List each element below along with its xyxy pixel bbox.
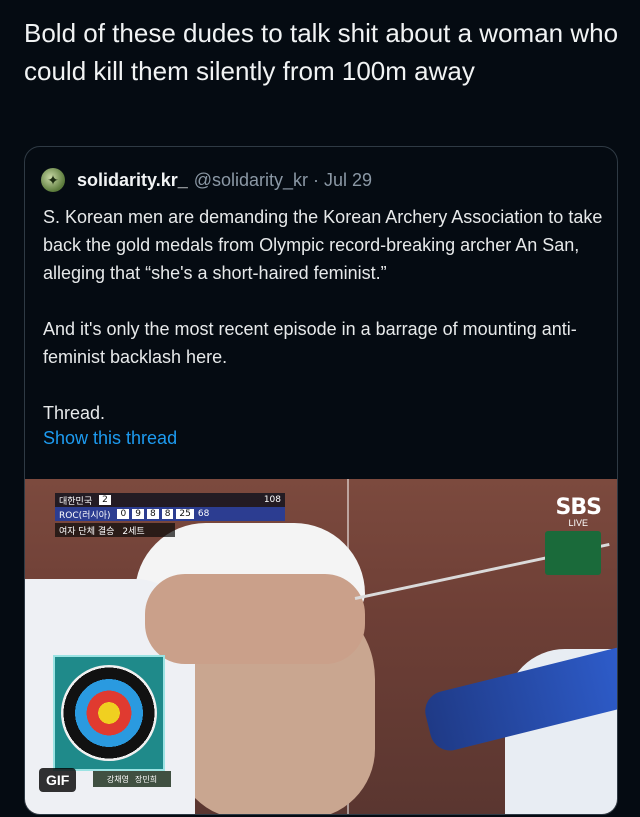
archer-hand [145,574,365,664]
broadcaster-logo: SBS LIVE [555,495,602,528]
team1-total: 108 [263,495,281,505]
target-overlay [53,655,165,771]
team2-end-5: 25 [176,509,194,519]
broadcaster-name: SBS [555,495,602,520]
avatar[interactable]: ✦ [41,168,65,192]
team2-name: ROC(러시아) [59,510,111,521]
quoted-paragraph-3: Thread. [43,403,106,423]
scoreboard-row-team1: 대한민국 2 108 [55,493,285,507]
team2-end-1: 0 [117,509,130,519]
quoted-tweet-body: S. Korean men are demanding the Korean A… [43,203,603,455]
quoted-tweet[interactable]: ✦ solidarity.kr_ @solidarity_kr · Jul 29… [24,146,618,815]
separator-dot: · [313,169,320,190]
team1-score: 2 [99,495,111,505]
show-thread-link[interactable]: Show this thread [43,428,177,449]
team2-end-4: 8 [161,509,174,519]
scoreboard: 대한민국 2 108 ROC(러시아) 0 9 8 8 25 68 여자 단체 … [55,493,285,537]
archer-name-1: 강채영 [106,774,129,784]
archer-name-2: 장민희 [135,774,158,784]
team1-name: 대한민국 [59,496,93,507]
gif-media[interactable]: 대한민국 2 108 ROC(러시아) 0 9 8 8 25 68 여자 단체 … [25,479,617,814]
quoted-paragraph-2: And it's only the most recent episode in… [43,319,577,367]
team2-end-2: 9 [132,509,144,519]
commentators-inset [545,531,601,575]
event-name: 여자 단체 결승 [59,526,115,537]
quoted-paragraph-1: S. Korean men are demanding the Korean A… [43,207,603,283]
gif-badge: GIF [39,768,77,792]
tweet-text: Bold of these dudes to talk shit about a… [24,18,619,86]
scoreboard-row-team2: ROC(러시아) 0 9 8 8 25 68 [55,507,285,521]
quoted-tweet-date[interactable]: Jul 29 [324,170,372,191]
quoted-author-handle[interactable]: @solidarity_kr [194,170,308,191]
set-label: 2세트 [122,526,145,537]
target-icon [61,665,157,761]
team2-total: 68 [197,509,210,519]
target-names: 강채영 장민희 [93,771,171,787]
quoted-author-name[interactable]: solidarity.kr_ [77,170,188,191]
scoreboard-row-event: 여자 단체 결승 2세트 [55,523,175,537]
quoted-tweet-header: ✦ solidarity.kr_ @solidarity_kr · Jul 29 [41,167,372,193]
team2-end-3: 8 [146,509,159,519]
